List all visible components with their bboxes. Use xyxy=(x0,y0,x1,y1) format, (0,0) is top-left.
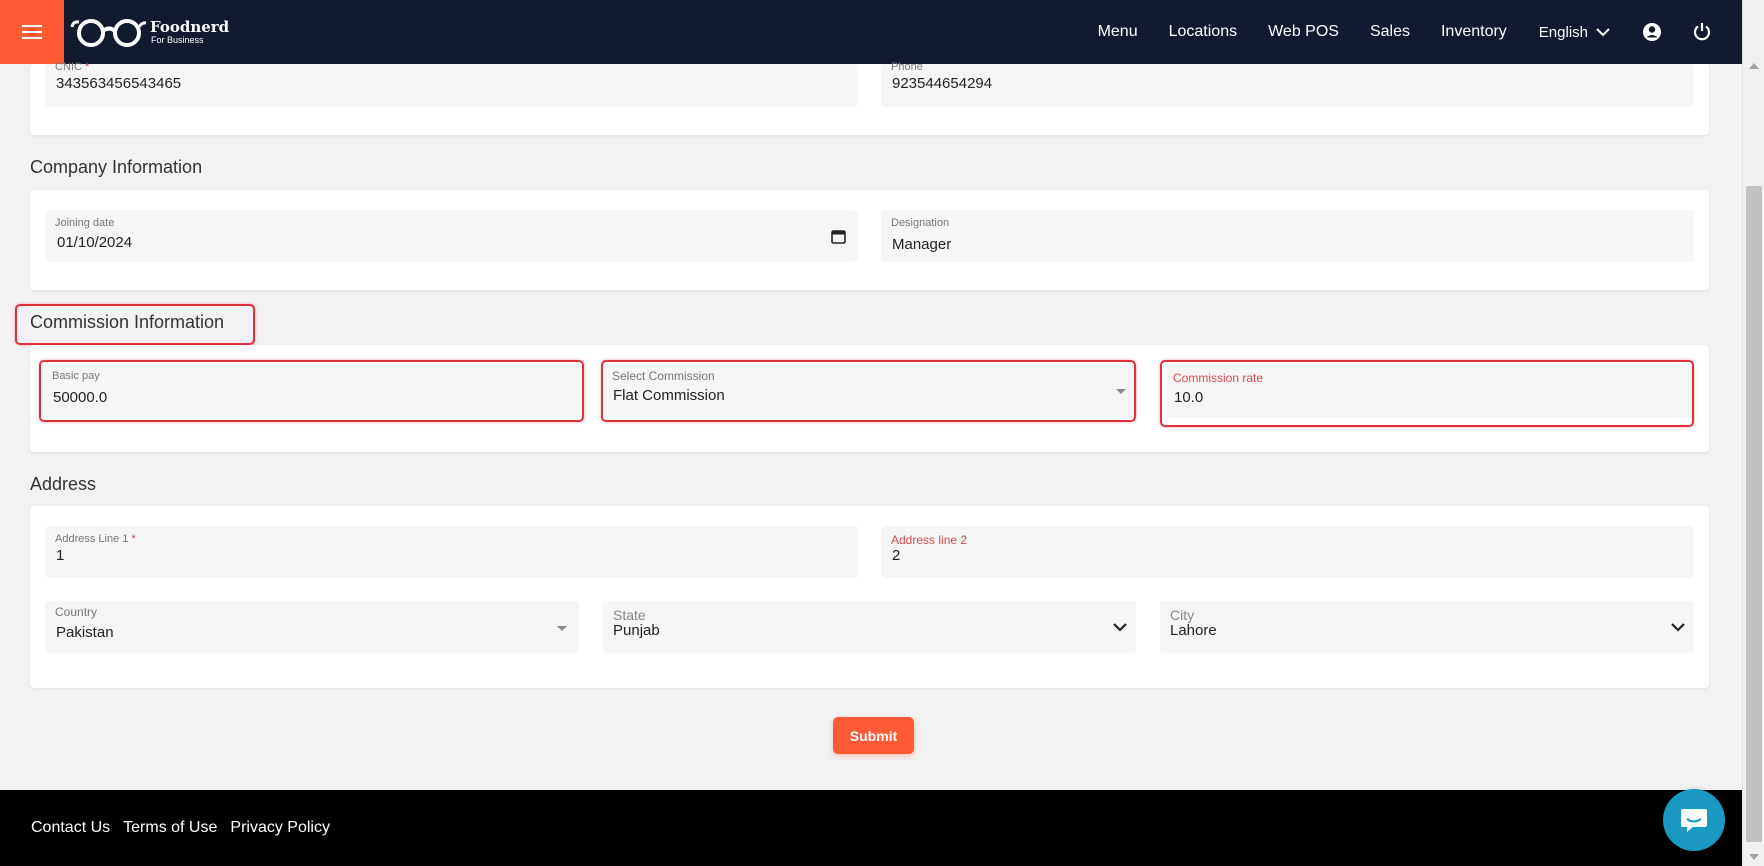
joining-date-field[interactable]: Joining date 01/10/2024 xyxy=(45,210,858,262)
scroll-down-icon[interactable] xyxy=(1749,854,1759,860)
commission-rate-value: 10.0 xyxy=(1174,389,1204,406)
logo-subtitle: For Business xyxy=(151,34,204,45)
address-title: Address xyxy=(30,474,97,494)
scroll-up-icon[interactable] xyxy=(1749,63,1759,69)
power-icon[interactable] xyxy=(1692,22,1712,42)
joining-date-value: 01/10/2024 xyxy=(57,234,133,251)
city-label: City xyxy=(1170,607,1195,623)
country-label: Country xyxy=(55,605,98,619)
dropdown-arrow-icon xyxy=(1116,389,1126,394)
nav-sales[interactable]: Sales xyxy=(1370,23,1410,41)
commission-rate-field[interactable]: Commission rate 10.0 xyxy=(1166,363,1694,418)
country-value: Pakistan xyxy=(56,624,114,641)
address-line1-label: Address Line 1 * xyxy=(55,533,136,545)
hamburger-icon[interactable] xyxy=(0,0,64,64)
footer-link-contact-us[interactable]: Contact Us xyxy=(31,819,110,837)
designation-field[interactable]: Designation Manager xyxy=(881,210,1694,262)
commission-info-title: Commission Information xyxy=(30,312,225,332)
footer-link-privacy-policy[interactable]: Privacy Policy xyxy=(230,819,330,837)
phone-field[interactable]: Phone 923544654294 xyxy=(881,61,1694,107)
select-commission-label: Select Commission xyxy=(612,369,715,383)
chat-bubble-icon[interactable] xyxy=(1663,789,1725,851)
dropdown-arrow-icon xyxy=(557,626,567,631)
top-navigation-bar: Foodnerd For Business Menu Locations Web… xyxy=(0,0,1742,64)
logo-title: Foodnerd xyxy=(150,17,230,36)
address-line1-value: 1 xyxy=(56,547,65,564)
cnic-value: 343563456543465 xyxy=(56,75,182,92)
scroll-thumb[interactable] xyxy=(1746,186,1762,842)
language-selector[interactable]: English xyxy=(1539,24,1610,41)
city-value: Lahore xyxy=(1170,622,1217,639)
company-info-title: Company Information xyxy=(30,157,203,177)
state-value: Punjab xyxy=(613,622,660,639)
commission-info-card: Basic pay 50000.0 Select Commission Flat… xyxy=(30,345,1709,452)
nav-menu[interactable]: Menu xyxy=(1098,23,1138,41)
city-field[interactable]: City Lahore xyxy=(1160,601,1694,653)
personal-info-card: CNIC * 343563456543465 Phone 92354465429… xyxy=(30,61,1709,135)
cnic-field[interactable]: CNIC * 343563456543465 xyxy=(45,61,858,107)
state-field[interactable]: State Punjab xyxy=(603,601,1136,653)
main-nav: Menu Locations Web POS Sales Inventory E… xyxy=(1067,0,1742,64)
nav-inventory[interactable]: Inventory xyxy=(1441,23,1507,41)
address-line2-field[interactable]: Address line 2 2 xyxy=(881,526,1694,578)
account-circle-icon[interactable] xyxy=(1642,22,1662,42)
footer-link-terms-of-use[interactable]: Terms of Use xyxy=(123,819,217,837)
nav-locations[interactable]: Locations xyxy=(1169,23,1238,41)
vertical-scrollbar[interactable] xyxy=(1742,0,1764,866)
address-line1-field[interactable]: Address Line 1 * 1 xyxy=(45,526,858,578)
brand-logo[interactable]: Foodnerd For Business xyxy=(70,17,229,47)
nav-web-pos[interactable]: Web POS xyxy=(1268,23,1339,41)
company-info-card: Joining date 01/10/2024 Designation Mana… xyxy=(30,190,1709,290)
joining-date-label: Joining date xyxy=(55,217,115,229)
phone-value: 923544654294 xyxy=(892,75,993,92)
select-commission-value: Flat Commission xyxy=(613,387,725,404)
state-label: State xyxy=(613,607,646,623)
address-line2-value: 2 xyxy=(892,547,901,564)
language-label: English xyxy=(1538,23,1588,41)
phone-label: Phone xyxy=(891,61,923,73)
calendar-icon[interactable] xyxy=(831,229,846,244)
footer: Contact Us Terms of Use Privacy Policy xyxy=(0,790,1742,866)
chevron-down-icon xyxy=(1596,27,1610,36)
country-field[interactable]: Country Pakistan xyxy=(45,601,579,653)
submit-button[interactable]: Submit xyxy=(833,717,914,754)
chevron-down-icon xyxy=(1671,623,1685,632)
basic-pay-value: 50000.0 xyxy=(53,389,108,406)
commission-rate-label: Commission rate xyxy=(1173,371,1264,385)
designation-label: Designation xyxy=(891,217,950,229)
basic-pay-field[interactable]: Basic pay 50000.0 xyxy=(42,363,581,418)
address-line2-label: Address line 2 xyxy=(891,533,968,547)
cnic-label: CNIC * xyxy=(55,61,90,73)
glasses-logo-icon xyxy=(70,19,147,47)
basic-pay-label: Basic pay xyxy=(52,370,100,382)
chevron-down-icon xyxy=(1113,623,1127,632)
address-card: Address Line 1 * 1 Address line 2 2 Coun… xyxy=(30,506,1709,688)
designation-value: Manager xyxy=(892,236,952,253)
select-commission-field[interactable]: Select Commission Flat Commission xyxy=(605,363,1137,418)
